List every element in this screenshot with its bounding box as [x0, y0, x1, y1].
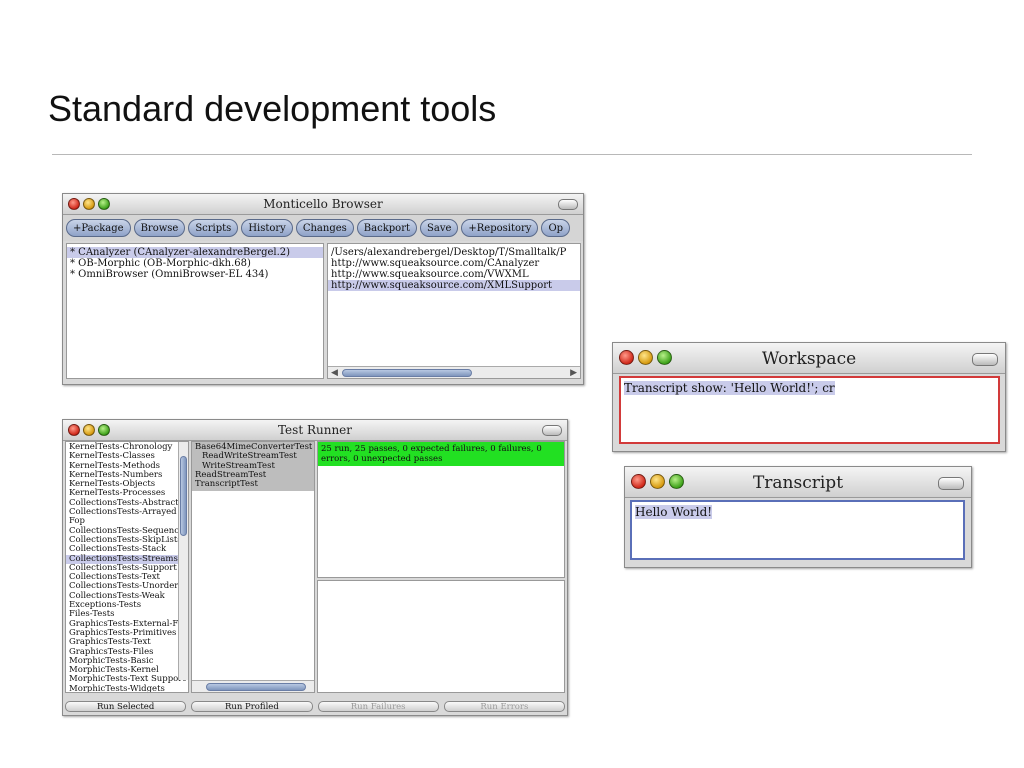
- horizontal-scrollbar[interactable]: [192, 680, 314, 692]
- save-button[interactable]: Save: [420, 219, 459, 237]
- run-selected-button[interactable]: Run Selected: [65, 701, 187, 712]
- scroll-left-icon[interactable]: ◀: [331, 367, 338, 378]
- changes-button[interactable]: Changes: [295, 219, 354, 237]
- add-package-button[interactable]: +Package: [66, 219, 131, 237]
- slide-title: Standard development tools: [48, 88, 497, 129]
- category-list[interactable]: KernelTests-Chronology KernelTests-Classe…: [65, 441, 189, 693]
- add-repository-button[interactable]: +Repository: [461, 219, 539, 237]
- repository-list[interactable]: /Users/alexandrebergel/Desktop/T/Smallta…: [327, 243, 581, 379]
- monticello-window[interactable]: Monticello Browser +Package Browse Scrip…: [62, 193, 584, 385]
- run-profiled-button[interactable]: Run Profiled: [191, 701, 313, 712]
- collapse-icon[interactable]: [972, 353, 998, 366]
- list-item[interactable]: http://www.squeaksource.com/CAnalyzer: [328, 258, 580, 269]
- vertical-scrollbar[interactable]: [178, 442, 188, 680]
- monticello-titlebar[interactable]: Monticello Browser: [63, 194, 583, 215]
- list-item[interactable]: * OmniBrowser (OmniBrowser-EL 434): [67, 269, 323, 280]
- monticello-toolbar: +Package Browse Scripts History Changes …: [63, 215, 583, 241]
- list-item[interactable]: * CAnalyzer (CAnalyzer-alexandreBergel.2…: [67, 247, 323, 258]
- workspace-editor[interactable]: Transcript show: 'Hello World!'; cr: [619, 376, 1000, 444]
- testrunner-titlebar[interactable]: Test Runner: [63, 420, 567, 441]
- transcript-output[interactable]: Hello World!: [630, 500, 965, 560]
- test-result-status: 25 run, 25 passes, 0 expected failures, …: [318, 442, 564, 466]
- collapse-icon[interactable]: [558, 199, 578, 210]
- class-list[interactable]: Base64MimeConverterTest ReadWriteStreamTe…: [191, 441, 315, 693]
- scroll-thumb[interactable]: [206, 683, 306, 691]
- transcript-text: Hello World!: [635, 505, 713, 519]
- collapse-icon[interactable]: [938, 477, 964, 490]
- testrunner-window[interactable]: Test Runner KernelTests-Chronology Kernel…: [62, 419, 568, 716]
- transcript-window[interactable]: Transcript Hello World!: [624, 466, 972, 568]
- failure-list[interactable]: [317, 580, 565, 693]
- title-divider: [52, 154, 972, 155]
- scroll-right-icon[interactable]: ▶: [570, 367, 577, 378]
- transcript-titlebar[interactable]: Transcript: [625, 467, 971, 498]
- horizontal-scrollbar[interactable]: ◀ ▶: [328, 366, 580, 378]
- workspace-window[interactable]: Workspace Transcript show: 'Hello World!…: [612, 342, 1006, 452]
- list-item[interactable]: http://www.squeaksource.com/XMLSupport: [328, 280, 580, 291]
- scripts-button[interactable]: Scripts: [188, 219, 239, 237]
- testrunner-title: Test Runner: [277, 423, 353, 437]
- scroll-thumb[interactable]: [180, 456, 187, 536]
- transcript-title: Transcript: [752, 473, 844, 493]
- workspace-title: Workspace: [761, 349, 857, 369]
- history-button[interactable]: History: [241, 219, 293, 237]
- list-item[interactable]: http://www.squeaksource.com/VWXML: [328, 269, 580, 280]
- list-item[interactable]: * OB-Morphic (OB-Morphic-dkh.68): [67, 258, 323, 269]
- class-item[interactable]: TranscriptTest: [192, 479, 314, 489]
- run-errors-button[interactable]: Run Errors: [443, 701, 565, 712]
- scroll-thumb[interactable]: [342, 369, 472, 377]
- collapse-icon[interactable]: [542, 425, 562, 436]
- run-failures-button[interactable]: Run Failures: [317, 701, 439, 712]
- category-item[interactable]: MorphicTests-Widgets: [66, 684, 178, 692]
- workspace-code[interactable]: Transcript show: 'Hello World!'; cr: [624, 381, 835, 395]
- list-item[interactable]: /Users/alexandrebergel/Desktop/T/Smallta…: [328, 247, 580, 258]
- browse-button[interactable]: Browse: [133, 219, 186, 237]
- result-pane: 25 run, 25 passes, 0 expected failures, …: [317, 441, 565, 578]
- monticello-title: Monticello Browser: [263, 197, 383, 211]
- open-button[interactable]: Op: [541, 219, 571, 237]
- package-list[interactable]: * CAnalyzer (CAnalyzer-alexandreBergel.2…: [66, 243, 324, 379]
- workspace-titlebar[interactable]: Workspace: [613, 343, 1005, 374]
- testrunner-buttons: Run Selected Run Profiled Run Failures R…: [65, 701, 565, 713]
- backport-button[interactable]: Backport: [356, 219, 417, 237]
